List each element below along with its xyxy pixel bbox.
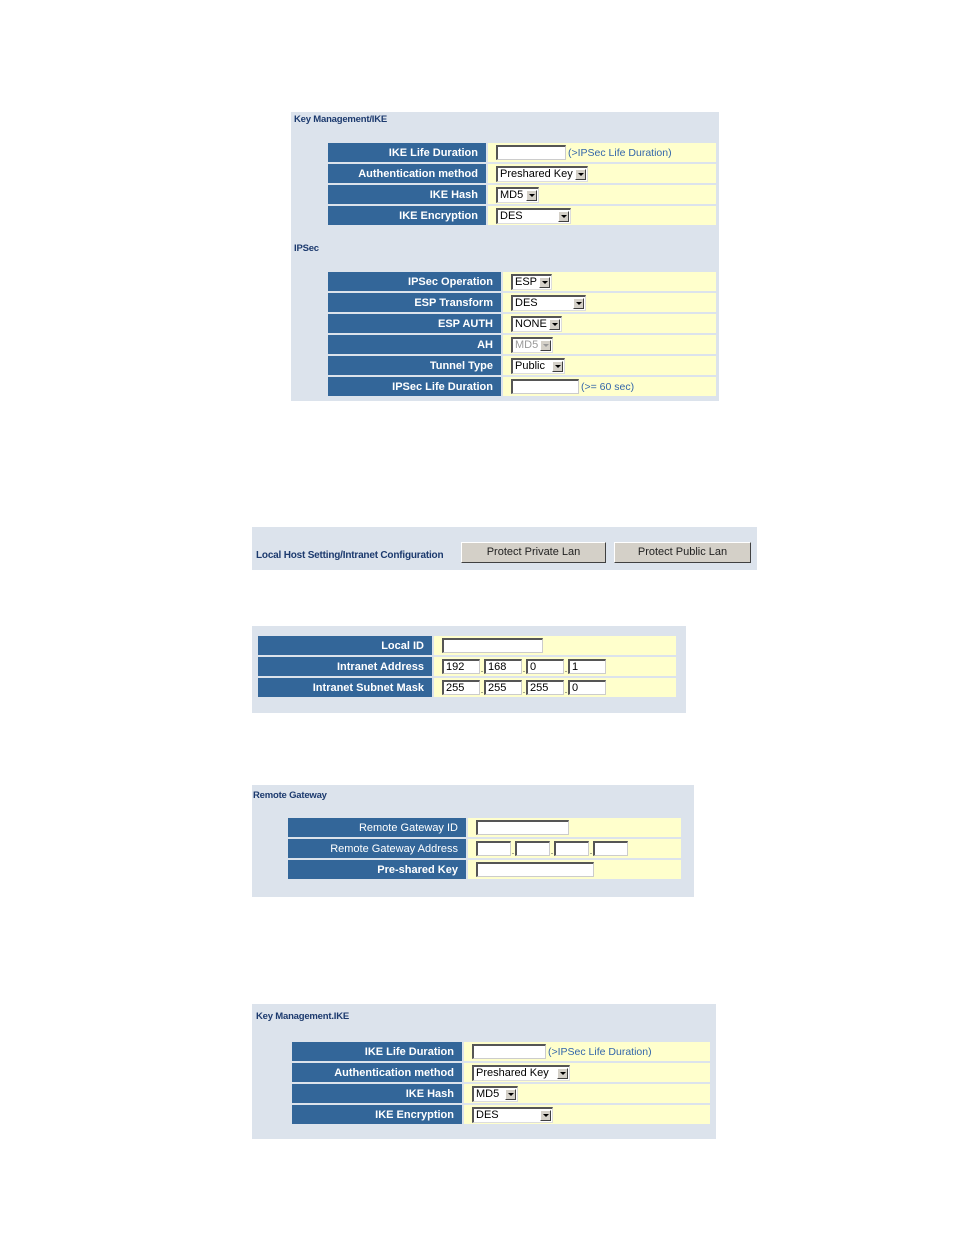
intranet-table: Local ID Intranet Address 192. 168. 0. 1 In…	[258, 634, 676, 699]
label-esp-auth: ESP AUTH	[328, 314, 501, 333]
label-ipsec-life-duration: IPSec Life Duration	[328, 377, 501, 396]
row-ike-hash-bottom: IKE Hash MD5	[292, 1084, 710, 1103]
subnet-mask-octet-4[interactable]: 0	[568, 680, 606, 695]
remote-gateway-octet-4[interactable]	[593, 841, 628, 856]
ike-top-table: IKE Life Duration (>IPSec Life Duration)…	[328, 141, 716, 227]
ike-life-duration-input[interactable]	[472, 1044, 546, 1059]
label-tunnel-type: Tunnel Type	[328, 356, 501, 375]
subnet-mask-octet-2[interactable]: 255	[484, 680, 522, 695]
auth-method-select[interactable]: Preshared Key	[472, 1064, 570, 1081]
label-ipsec-operation: IPSec Operation	[328, 272, 501, 291]
label-ah: AH	[328, 335, 501, 354]
ipsec-operation-select[interactable]: ESP	[511, 273, 552, 290]
local-id-input[interactable]	[442, 638, 543, 653]
section-title-local-host: Local Host Setting/Intranet Configuratio…	[256, 550, 444, 561]
intranet-address-octet-1[interactable]: 192	[442, 659, 480, 674]
row-remote-gateway-id: Remote Gateway ID	[288, 818, 681, 837]
esp-auth-select[interactable]: NONE	[511, 315, 562, 332]
row-local-id: Local ID	[258, 636, 676, 655]
ipsec-life-duration-hint: (>= 60 sec)	[581, 380, 635, 393]
intranet-address-octet-3[interactable]: 0	[526, 659, 564, 674]
chevron-down-icon	[505, 1088, 516, 1100]
ah-select: MD5	[511, 336, 553, 353]
label-remote-gateway-id: Remote Gateway ID	[288, 818, 466, 837]
remote-gateway-octet-1[interactable]	[476, 841, 511, 856]
ike-encryption-select[interactable]: DES	[496, 207, 571, 224]
ike-encryption-select[interactable]: DES	[472, 1106, 553, 1123]
chevron-down-icon	[557, 1067, 568, 1079]
row-esp-transform: ESP Transform DES	[328, 293, 716, 312]
label-ike-encryption: IKE Encryption	[292, 1105, 462, 1124]
chevron-down-icon	[549, 318, 560, 330]
subnet-mask-octet-3[interactable]: 255	[526, 680, 564, 695]
ike-life-duration-hint: (>IPSec Life Duration)	[548, 1045, 652, 1058]
chevron-down-icon	[575, 168, 586, 180]
section-title-ike: Key Management/IKE	[294, 114, 388, 125]
section-title-ipsec: IPSec	[294, 243, 319, 254]
label-ike-life-duration: IKE Life Duration	[292, 1042, 462, 1061]
row-intranet-address: Intranet Address 192. 168. 0. 1	[258, 657, 676, 676]
remote-gateway-id-input[interactable]	[476, 820, 569, 835]
label-ike-hash: IKE Hash	[328, 185, 486, 204]
row-ike-hash: IKE Hash MD5	[328, 185, 716, 204]
row-ipsec-operation: IPSec Operation ESP	[328, 272, 716, 291]
label-intranet-subnet-mask: Intranet Subnet Mask	[258, 678, 432, 697]
row-esp-auth: ESP AUTH NONE	[328, 314, 716, 333]
row-ike-encryption: IKE Encryption DES	[328, 206, 716, 225]
row-ike-life-duration-bottom: IKE Life Duration (>IPSec Life Duration)	[292, 1042, 710, 1061]
protect-private-lan-button[interactable]: Protect Private Lan	[461, 542, 606, 563]
chevron-down-icon	[540, 339, 551, 351]
chevron-down-icon	[526, 189, 537, 201]
ike-life-duration-input[interactable]	[496, 145, 566, 160]
row-ah: AH MD5	[328, 335, 716, 354]
intranet-address-octet-4[interactable]: 1	[568, 659, 606, 674]
section-title-remote-gateway: Remote Gateway	[253, 790, 327, 801]
row-remote-gateway-address: Remote Gateway Address ...	[288, 839, 681, 858]
chevron-down-icon	[573, 297, 584, 309]
ike-hash-select[interactable]: MD5	[472, 1085, 518, 1102]
label-esp-transform: ESP Transform	[328, 293, 501, 312]
section-title-ike-bottom: Key Management.IKE	[256, 1011, 350, 1022]
ike-life-duration-hint: (>IPSec Life Duration)	[568, 146, 672, 159]
row-intranet-subnet-mask: Intranet Subnet Mask 255. 255. 255. 0	[258, 678, 676, 697]
row-ike-life-duration: IKE Life Duration (>IPSec Life Duration)	[328, 143, 716, 162]
row-auth-method: Authentication method Preshared Key	[328, 164, 716, 183]
chevron-down-icon	[552, 360, 563, 372]
label-ike-life-duration: IKE Life Duration	[328, 143, 486, 162]
label-ike-hash: IKE Hash	[292, 1084, 462, 1103]
remote-gateway-octet-3[interactable]	[554, 841, 589, 856]
chevron-down-icon	[558, 210, 569, 222]
chevron-down-icon	[540, 1109, 551, 1121]
subnet-mask-octet-1[interactable]: 255	[442, 680, 480, 695]
tunnel-type-select[interactable]: Public	[511, 357, 565, 374]
chevron-down-icon	[539, 276, 550, 288]
ike-hash-select[interactable]: MD5	[496, 186, 539, 203]
pre-shared-key-input[interactable]	[476, 862, 594, 877]
row-tunnel-type: Tunnel Type Public	[328, 356, 716, 375]
row-ipsec-life-duration: IPSec Life Duration (>= 60 sec)	[328, 377, 716, 396]
label-remote-gateway-address: Remote Gateway Address	[288, 839, 466, 858]
ipsec-life-duration-input[interactable]	[511, 379, 579, 394]
remote-gateway-octet-2[interactable]	[515, 841, 550, 856]
protect-public-lan-button[interactable]: Protect Public Lan	[614, 542, 751, 563]
remote-gateway-table: Remote Gateway ID Remote Gateway Address…	[288, 816, 681, 881]
row-pre-shared-key: Pre-shared Key	[288, 860, 681, 879]
label-auth-method: Authentication method	[328, 164, 486, 183]
row-ike-encryption-bottom: IKE Encryption DES	[292, 1105, 710, 1124]
label-pre-shared-key: Pre-shared Key	[288, 860, 466, 879]
esp-transform-select[interactable]: DES	[511, 294, 586, 311]
row-auth-method-bottom: Authentication method Preshared Key	[292, 1063, 710, 1082]
auth-method-select[interactable]: Preshared Key	[496, 165, 588, 182]
ike-bottom-table: IKE Life Duration (>IPSec Life Duration)…	[292, 1040, 710, 1126]
intranet-address-octet-2[interactable]: 168	[484, 659, 522, 674]
label-local-id: Local ID	[258, 636, 432, 655]
label-intranet-address: Intranet Address	[258, 657, 432, 676]
label-ike-encryption: IKE Encryption	[328, 206, 486, 225]
label-auth-method: Authentication method	[292, 1063, 462, 1082]
ipsec-table: IPSec Operation ESP ESP Transform DES ES…	[328, 270, 716, 398]
